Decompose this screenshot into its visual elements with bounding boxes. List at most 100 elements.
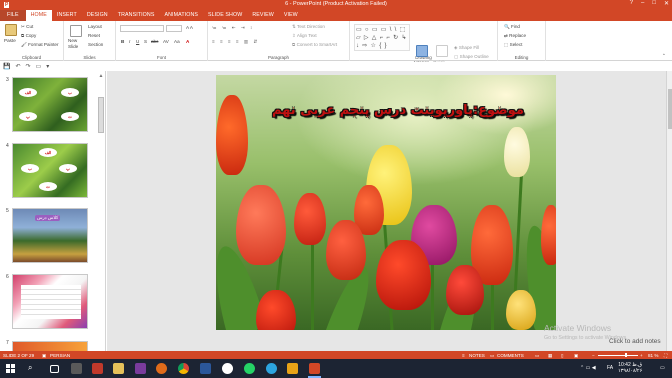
slide-thumbnail-3[interactable]: الف ب پ ت bbox=[12, 77, 88, 132]
bold-button[interactable]: B bbox=[121, 39, 124, 44]
close-button[interactable]: ✕ bbox=[664, 0, 669, 7]
app-icon[interactable] bbox=[135, 363, 146, 374]
maximize-button[interactable]: □ bbox=[652, 0, 656, 7]
cut-button[interactable]: ✂ Cut bbox=[21, 24, 33, 30]
slide-thumbnail-6[interactable] bbox=[12, 274, 88, 329]
tab-animations[interactable]: ANIMATIONS bbox=[159, 10, 203, 21]
tab-view[interactable]: VIEW bbox=[279, 10, 303, 21]
format-painter-button[interactable]: 🖌 Format Painter bbox=[21, 42, 59, 48]
convert-smartart-label: Convert to SmartArt bbox=[296, 42, 338, 47]
slide-sorter-icon[interactable]: ▦ bbox=[548, 353, 552, 359]
thumbnail-scrollbar[interactable] bbox=[98, 97, 104, 133]
tab-slide-show[interactable]: SLIDE SHOW bbox=[203, 10, 247, 21]
new-slide-icon[interactable] bbox=[70, 25, 82, 37]
replace-button[interactable]: ⇄ Replace bbox=[504, 33, 526, 39]
tab-home[interactable]: HOME bbox=[25, 10, 52, 21]
undo-icon[interactable]: ↶ bbox=[15, 63, 20, 70]
tray-icons[interactable]: ⌃ ▭ ◀ bbox=[580, 365, 596, 371]
text-direction-button[interactable]: ⇅ Text Direction bbox=[292, 24, 325, 30]
reset-button[interactable]: Reset bbox=[88, 33, 100, 38]
cloud-label: ت bbox=[61, 112, 79, 121]
file-explorer-icon[interactable] bbox=[113, 363, 124, 374]
align-buttons[interactable]: ≡ ≡ ≡ ≡ ▥ ⇵ bbox=[212, 39, 259, 45]
whatsapp-icon[interactable] bbox=[244, 363, 255, 374]
shape-fill-button[interactable]: ◈ Shape Fill bbox=[454, 45, 479, 51]
tab-insert[interactable]: INSERT bbox=[52, 10, 82, 21]
slide-thumbnail-5[interactable]: كلاس درس bbox=[12, 208, 88, 263]
redo-icon[interactable]: ↷ bbox=[26, 63, 31, 70]
italic-button[interactable]: I bbox=[129, 39, 130, 44]
font-size-field[interactable] bbox=[166, 25, 182, 32]
scroll-up-icon[interactable]: ▲ bbox=[97, 73, 105, 79]
scrollbar-thumb[interactable] bbox=[668, 89, 672, 129]
fit-slide-icon[interactable]: ⛶ bbox=[664, 353, 667, 358]
zoom-level[interactable]: 81 % bbox=[648, 353, 658, 358]
taskbar-clock[interactable]: 10:42 ق.ظ ۱۳۹۸/۰۸/۲۶ bbox=[618, 362, 642, 374]
collapse-ribbon-icon[interactable]: ⌃ bbox=[662, 53, 666, 59]
font-color-button[interactable]: A bbox=[186, 39, 189, 44]
workspace-scrollbar[interactable] bbox=[666, 71, 672, 351]
select-button[interactable]: ⬚ Select bbox=[504, 42, 522, 48]
change-case-button[interactable]: Aa bbox=[174, 39, 180, 44]
windows-start-icon[interactable] bbox=[6, 364, 15, 373]
paste-icon[interactable] bbox=[5, 24, 17, 36]
quick-styles-icon[interactable] bbox=[436, 45, 448, 57]
list-buttons[interactable]: ≔ ≔ ⇤ ⇥ ↕ bbox=[212, 25, 254, 31]
shapes-gallery[interactable]: ▭ ○ ▭ ▭ \ \ ⬚ ▱ ▷ △ ⌐ ⌐ ↻ ↳ ↓ ⇨ ☆ { } bbox=[354, 24, 410, 51]
tab-file[interactable]: FILE bbox=[0, 10, 26, 21]
new-slide-button[interactable]: New Slide bbox=[68, 38, 84, 50]
current-slide[interactable]: موضوع:پاورپوینت درس پنجم عربی نهم bbox=[216, 75, 556, 330]
notifications-icon[interactable]: ▭ bbox=[660, 365, 665, 371]
copy-button[interactable]: ⧉ Copy bbox=[21, 33, 36, 38]
normal-view-icon[interactable]: ▭ bbox=[535, 353, 539, 359]
font-name-field[interactable] bbox=[120, 25, 164, 32]
slide-thumbnail-4[interactable]: الف ب پ ت bbox=[12, 143, 88, 198]
reading-view-icon[interactable]: ▯ bbox=[561, 353, 564, 359]
search-icon[interactable]: ⌕ bbox=[28, 363, 39, 374]
convert-smartart-button[interactable]: ⧉ Convert to SmartArt bbox=[292, 42, 337, 47]
arrange-icon[interactable] bbox=[416, 45, 428, 57]
zoom-slider[interactable] bbox=[598, 354, 638, 356]
powerpoint-taskbar-icon[interactable] bbox=[309, 363, 320, 374]
strikethrough-button[interactable]: abc bbox=[151, 39, 158, 44]
save-icon[interactable]: 💾 bbox=[3, 63, 10, 70]
slide-thumbnail-7[interactable] bbox=[12, 341, 88, 351]
shape-outline-button[interactable]: ▢ Shape Outline bbox=[454, 54, 489, 60]
character-spacing-button[interactable]: AV bbox=[163, 39, 169, 44]
zoom-out-button[interactable]: − bbox=[592, 353, 595, 358]
thumbnail-caption: كلاس درس bbox=[35, 215, 61, 221]
grow-font-button[interactable]: A A bbox=[186, 25, 193, 30]
task-view-icon[interactable] bbox=[50, 365, 59, 373]
notes-button[interactable]: NOTES bbox=[469, 353, 485, 358]
customize-qat-icon[interactable]: ▾ bbox=[46, 63, 49, 70]
align-text-button[interactable]: ⇳ Align Text bbox=[292, 33, 317, 39]
notes-placeholder[interactable]: Click to add notes bbox=[609, 338, 661, 345]
section-button[interactable]: Section bbox=[88, 42, 103, 47]
language-indicator[interactable]: PERSIAN bbox=[50, 353, 70, 358]
comments-button[interactable]: COMMENTS bbox=[497, 353, 524, 358]
minimize-button[interactable]: – bbox=[641, 0, 644, 7]
word-icon[interactable] bbox=[200, 363, 211, 374]
paste-button[interactable]: Paste bbox=[4, 38, 16, 43]
media-player-icon[interactable] bbox=[287, 363, 298, 374]
keyboard-language[interactable]: FA bbox=[607, 365, 613, 371]
start-slideshow-icon[interactable]: ▭ bbox=[36, 63, 42, 70]
calculator-icon[interactable] bbox=[71, 363, 82, 374]
app-p-icon[interactable] bbox=[92, 363, 103, 374]
tab-transitions[interactable]: TRANSITIONS bbox=[113, 10, 160, 21]
find-button[interactable]: 🔍 Find bbox=[504, 24, 520, 30]
underline-button[interactable]: U bbox=[136, 39, 139, 44]
zoom-in-button[interactable]: + bbox=[640, 353, 643, 358]
layout-button[interactable]: Layout bbox=[88, 24, 102, 29]
chrome-icon[interactable] bbox=[178, 363, 189, 374]
zoom-slider-knob[interactable] bbox=[625, 353, 627, 357]
tab-review[interactable]: REVIEW bbox=[247, 10, 279, 21]
help-button[interactable]: ? bbox=[630, 0, 633, 7]
telegram-icon[interactable] bbox=[266, 363, 277, 374]
firefox-icon[interactable] bbox=[156, 363, 167, 374]
slideshow-view-icon[interactable]: ▣ bbox=[574, 353, 578, 359]
slide-title[interactable]: موضوع:پاورپوینت درس پنجم عربی نهم bbox=[248, 103, 548, 118]
tab-design[interactable]: DESIGN bbox=[82, 10, 113, 21]
app-icon[interactable] bbox=[222, 363, 233, 374]
shadow-button[interactable]: S bbox=[144, 39, 147, 44]
